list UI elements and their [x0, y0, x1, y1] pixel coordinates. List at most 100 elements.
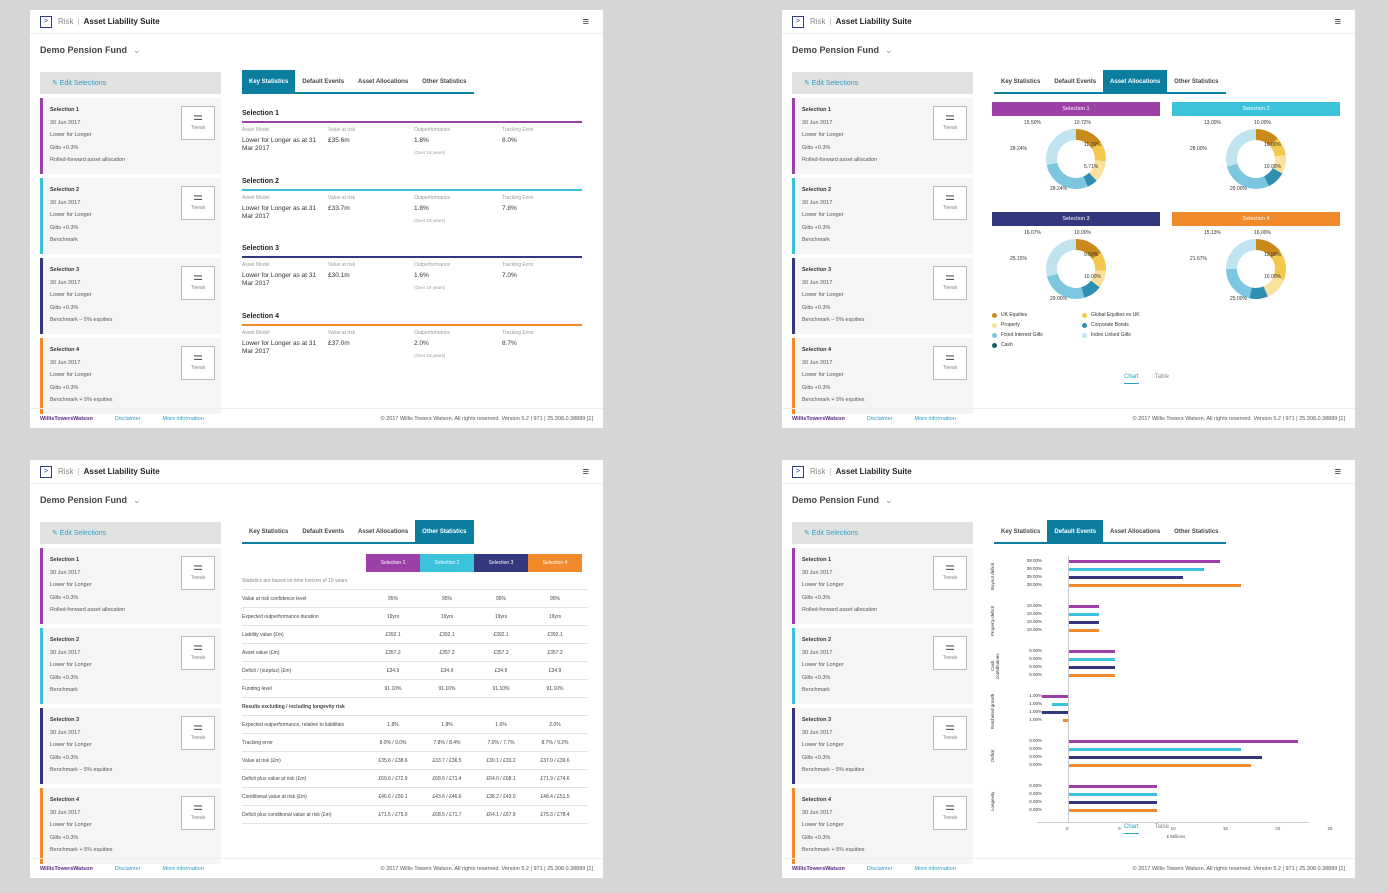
legend-item[interactable]: Cash: [992, 340, 1082, 350]
selection-card-1[interactable]: Selection 1 30 Jun 2017 Lower for Longer Gi…: [792, 98, 973, 174]
tweak-button[interactable]: ⚌ Tweak: [933, 636, 967, 670]
selection-card-2[interactable]: Selection 2 30 Jun 2017 Lower for Longer Gi…: [792, 178, 973, 254]
tab-other-statistics[interactable]: Other Statistics: [1167, 70, 1225, 92]
tab-asset-allocations[interactable]: Asset Allocations: [1103, 520, 1167, 542]
hamburger-icon[interactable]: ≡: [1335, 466, 1341, 478]
fund-selector[interactable]: Demo Pension Fund ⌄: [792, 495, 893, 506]
edit-selections-button[interactable]: ✎ Edit Selections: [40, 72, 221, 94]
hamburger-icon[interactable]: ≡: [1335, 16, 1341, 28]
edit-selections-button[interactable]: ✎ Edit Selections: [792, 522, 973, 544]
bar[interactable]: [1068, 605, 1100, 608]
selection-card-2[interactable]: Selection 2 30 Jun 2017 Lower for Longer Gi…: [40, 628, 221, 704]
selection-card-4[interactable]: Selection 4 30 Jun 2017 Lower for Longer Gi…: [792, 338, 973, 414]
bar[interactable]: [1068, 560, 1220, 563]
tweak-button[interactable]: ⚌ Tweak: [181, 186, 215, 220]
chart-view-button[interactable]: Chart: [1124, 824, 1139, 834]
tweak-button[interactable]: ⚌ Tweak: [933, 186, 967, 220]
tweak-button[interactable]: ⚌ Tweak: [181, 556, 215, 590]
bar[interactable]: [1068, 756, 1262, 759]
selection-card-3[interactable]: Selection 3 30 Jun 2017 Lower for Longer Gi…: [40, 708, 221, 784]
bar[interactable]: [1068, 568, 1204, 571]
tweak-button[interactable]: ⚌ Tweak: [181, 796, 215, 830]
selection-card-4[interactable]: Selection 4 30 Jun 2017 Lower for Longer Gi…: [792, 788, 973, 864]
tweak-button[interactable]: ⚌ Tweak: [933, 346, 967, 380]
disclaimer-link[interactable]: Disclaimer: [115, 866, 141, 872]
tab-key-statistics[interactable]: Key Statistics: [242, 70, 296, 92]
tweak-button[interactable]: ⚌ Tweak: [933, 796, 967, 830]
donut-slice[interactable]: [1226, 269, 1252, 299]
tab-key-statistics[interactable]: Key Statistics: [994, 70, 1047, 92]
more-information-link[interactable]: More information: [163, 416, 204, 422]
tab-asset-allocations[interactable]: Asset Allocations: [351, 520, 415, 542]
table-view-button[interactable]: Table: [1155, 824, 1169, 834]
selection-card-4[interactable]: Selection 4 30 Jun 2017 Lower for Longer Gi…: [40, 788, 221, 864]
bar[interactable]: [1041, 695, 1068, 698]
tab-other-statistics[interactable]: Other Statistics: [415, 70, 473, 92]
selection-card-1[interactable]: Selection 1 30 Jun 2017 Lower for Longer Gi…: [792, 548, 973, 624]
tweak-button[interactable]: ⚌ Tweak: [933, 266, 967, 300]
donut-slice[interactable]: [1226, 129, 1256, 167]
disclaimer-link[interactable]: Disclaimer: [867, 866, 893, 872]
tweak-button[interactable]: ⚌ Tweak: [181, 346, 215, 380]
selection-card-4[interactable]: Selection 4 30 Jun 2017 Lower for Longer Gi…: [40, 338, 221, 414]
hamburger-icon[interactable]: ≡: [583, 466, 589, 478]
legend-item[interactable]: Fixed Interest Gilts: [992, 330, 1082, 340]
fund-selector[interactable]: Demo Pension Fund ⌄: [40, 495, 141, 506]
tab-default-events[interactable]: Default Events: [1047, 520, 1104, 542]
bar[interactable]: [1068, 666, 1116, 669]
tweak-button[interactable]: ⚌ Tweak: [933, 716, 967, 750]
legend-item[interactable]: UK Equities: [992, 310, 1082, 320]
edit-selections-button[interactable]: ✎ Edit Selections: [40, 522, 221, 544]
selection-card-1[interactable]: Selection 1 30 Jun 2017 Lower for Longer Gi…: [40, 98, 221, 174]
legend-item[interactable]: Index Linked Gilts: [1082, 330, 1172, 340]
selection-card-3[interactable]: Selection 3 30 Jun 2017 Lower for Longer Gi…: [792, 258, 973, 334]
tab-key-statistics[interactable]: Key Statistics: [242, 520, 295, 542]
selection-card-3[interactable]: Selection 3 30 Jun 2017 Lower for Longer Gi…: [792, 708, 973, 784]
tweak-button[interactable]: ⚌ Tweak: [181, 636, 215, 670]
bar[interactable]: [1068, 748, 1241, 751]
tab-default-events[interactable]: Default Events: [1047, 70, 1103, 92]
bar[interactable]: [1068, 809, 1157, 812]
tweak-button[interactable]: ⚌ Tweak: [181, 716, 215, 750]
table-view-button[interactable]: Table: [1155, 374, 1169, 384]
bar[interactable]: [1052, 703, 1068, 706]
bar[interactable]: [1068, 621, 1100, 624]
tab-asset-allocations[interactable]: Asset Allocations: [351, 70, 415, 92]
tab-default-events[interactable]: Default Events: [295, 520, 351, 542]
donut-slice[interactable]: [1046, 239, 1076, 277]
bar[interactable]: [1068, 764, 1252, 767]
tab-asset-allocations[interactable]: Asset Allocations: [1103, 70, 1168, 92]
fund-selector[interactable]: Demo Pension Fund ⌄: [792, 45, 893, 56]
legend-item[interactable]: Property: [992, 320, 1082, 330]
bar[interactable]: [1068, 576, 1184, 579]
tweak-button[interactable]: ⚌ Tweak: [181, 266, 215, 300]
disclaimer-link[interactable]: Disclaimer: [115, 416, 141, 422]
more-information-link[interactable]: More information: [915, 416, 956, 422]
edit-selections-button[interactable]: ✎ Edit Selections: [792, 72, 973, 94]
bar[interactable]: [1068, 658, 1116, 661]
tweak-button[interactable]: ⚌ Tweak: [933, 556, 967, 590]
bar[interactable]: [1068, 629, 1100, 632]
selection-card-2[interactable]: Selection 2 30 Jun 2017 Lower for Longer Gi…: [40, 178, 221, 254]
tab-other-statistics[interactable]: Other Statistics: [1167, 520, 1225, 542]
hamburger-icon[interactable]: ≡: [583, 16, 589, 28]
selection-card-1[interactable]: Selection 1 30 Jun 2017 Lower for Longer Gi…: [40, 548, 221, 624]
donut-slice[interactable]: [1046, 129, 1076, 165]
more-information-link[interactable]: More information: [915, 866, 956, 872]
disclaimer-link[interactable]: Disclaimer: [867, 416, 893, 422]
tab-default-events[interactable]: Default Events: [295, 70, 351, 92]
fund-selector[interactable]: Demo Pension Fund ⌄: [40, 45, 141, 56]
legend-item[interactable]: Corporate Bonds: [1082, 320, 1172, 330]
tab-key-statistics[interactable]: Key Statistics: [994, 520, 1047, 542]
tweak-button[interactable]: ⚌ Tweak: [181, 106, 215, 140]
donut-slice[interactable]: [1226, 239, 1256, 269]
bar[interactable]: [1068, 740, 1299, 743]
selection-card-2[interactable]: Selection 2 30 Jun 2017 Lower for Longer Gi…: [792, 628, 973, 704]
bar[interactable]: [1068, 650, 1116, 653]
bar[interactable]: [1068, 785, 1157, 788]
tweak-button[interactable]: ⚌ Tweak: [933, 106, 967, 140]
bar[interactable]: [1041, 711, 1068, 714]
bar[interactable]: [1068, 613, 1100, 616]
more-information-link[interactable]: More information: [163, 866, 204, 872]
selection-card-3[interactable]: Selection 3 30 Jun 2017 Lower for Longer Gi…: [40, 258, 221, 334]
